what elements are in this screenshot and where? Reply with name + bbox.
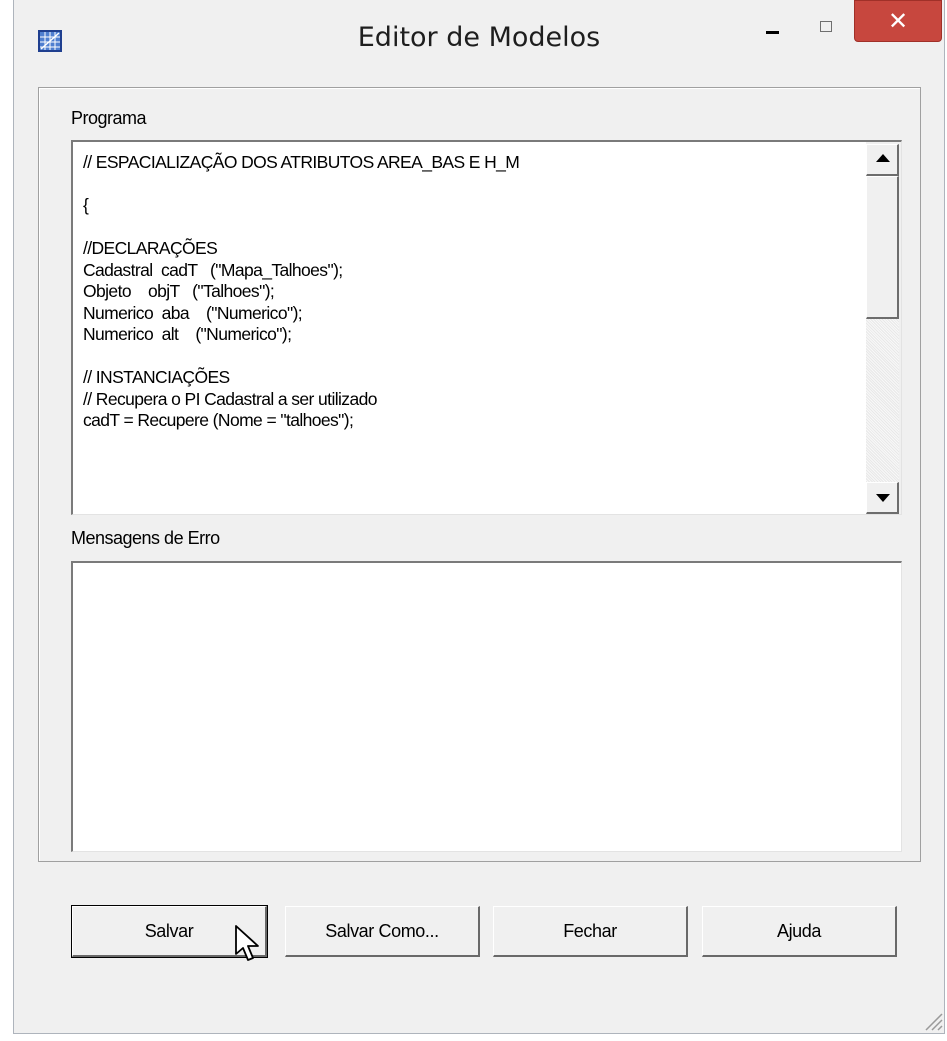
program-editor[interactable]: // ESPACIALIZAÇÃO DOS ATRIBUTOS AREA_BAS… <box>71 140 902 515</box>
mouse-cursor-icon <box>235 925 259 961</box>
program-code[interactable]: // ESPACIALIZAÇÃO DOS ATRIBUTOS AREA_BAS… <box>83 152 861 432</box>
error-messages-label: Mensagens de Erro <box>71 528 220 548</box>
code-line: Numerico aba ("Numerico"); <box>83 302 303 323</box>
close-button[interactable]: Fechar <box>493 906 688 957</box>
maximize-icon <box>820 21 832 32</box>
maximize-button[interactable] <box>804 0 850 40</box>
arrow-up-icon <box>876 154 890 162</box>
code-line: //DECLARAÇÕES <box>83 238 218 258</box>
help-button[interactable]: Ajuda <box>702 906 897 957</box>
scroll-track[interactable] <box>866 319 899 482</box>
error-messages-box[interactable] <box>71 561 902 852</box>
code-line: cadT = Recupere (Nome = "talhoes"); <box>83 410 354 430</box>
minimize-button[interactable] <box>750 0 796 40</box>
close-window-button[interactable]: ✕ <box>854 0 942 42</box>
code-line: Numerico alt ("Numerico"); <box>83 324 292 344</box>
code-line: // Recupera o PI Cadastral a ser utiliza… <box>83 388 377 409</box>
program-label: Programa <box>71 108 147 128</box>
scroll-down-button[interactable] <box>866 482 899 514</box>
minimize-icon <box>766 31 779 34</box>
close-icon: ✕ <box>887 7 909 35</box>
scroll-thumb[interactable] <box>866 176 899 319</box>
title-bar[interactable]: Editor de Modelos ✕ <box>14 0 944 80</box>
code-line: Cadastral cadT ("Mapa_Talhoes"); <box>83 259 343 280</box>
code-line: { <box>83 195 89 215</box>
scroll-up-button[interactable] <box>866 144 899 176</box>
arrow-down-icon <box>876 494 890 502</box>
resize-grip-icon[interactable] <box>921 1009 943 1031</box>
program-scrollbar[interactable] <box>866 142 901 514</box>
code-line: // INSTANCIAÇÕES <box>83 367 230 387</box>
save-as-button[interactable]: Salvar Como... <box>285 906 480 957</box>
code-line: // ESPACIALIZAÇÃO DOS ATRIBUTOS AREA_BAS… <box>83 152 520 172</box>
code-line: Objeto objT ("Talhoes"); <box>83 281 275 301</box>
